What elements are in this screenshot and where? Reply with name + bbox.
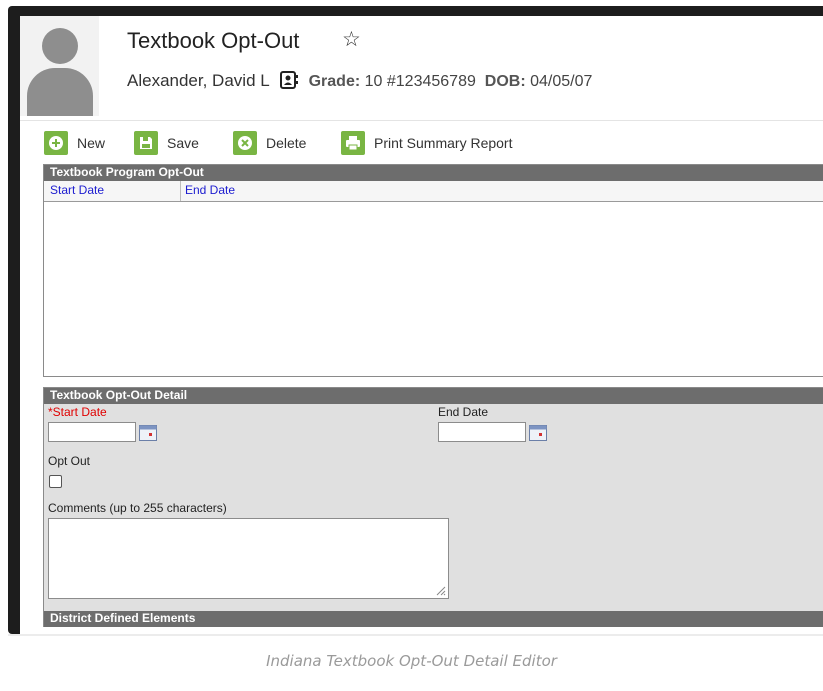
- student-name: Alexander, David L: [127, 71, 270, 90]
- print-button-label: Print Summary Report: [374, 135, 513, 151]
- delete-button[interactable]: Delete: [233, 129, 306, 157]
- column-divider: [180, 181, 181, 201]
- plus-icon: [44, 131, 68, 155]
- window-frame: Textbook Opt-Out ☆ Alexander, David L Gr…: [8, 6, 823, 634]
- star-icon[interactable]: ☆: [342, 29, 361, 50]
- end-date-calendar-icon[interactable]: [529, 425, 547, 441]
- comments-label: Comments (up to 255 characters): [48, 501, 227, 515]
- grade-label: Grade:: [308, 73, 361, 90]
- page-content: Textbook Opt-Out ☆ Alexander, David L Gr…: [20, 16, 823, 634]
- delete-x-icon: [233, 131, 257, 155]
- contact-card-icon[interactable]: [280, 71, 299, 89]
- grade-value: 10 #123456789: [364, 73, 476, 90]
- opt-out-label: Opt Out: [48, 454, 91, 468]
- opt-out-detail-panel: Textbook Opt-Out Detail *Start Date End …: [43, 387, 823, 627]
- column-end-date[interactable]: End Date: [185, 183, 235, 197]
- floppy-disk-icon: [134, 131, 158, 155]
- grid-header-row: Start Date End Date: [44, 181, 823, 202]
- opt-out-list-grid: Textbook Program Opt-Out Start Date End …: [43, 164, 823, 377]
- save-button[interactable]: Save: [134, 129, 199, 157]
- comments-textarea[interactable]: [48, 518, 449, 599]
- column-start-date[interactable]: Start Date: [50, 183, 104, 197]
- dob-label: DOB:: [484, 73, 526, 90]
- grid-panel-title: Textbook Program Opt-Out: [44, 165, 823, 181]
- district-defined-elements-header: District Defined Elements: [44, 611, 823, 627]
- dob-value: 04/05/07: [530, 73, 593, 90]
- print-summary-report-button[interactable]: Print Summary Report: [341, 129, 512, 157]
- resize-handle-icon[interactable]: [436, 586, 446, 596]
- new-button[interactable]: New: [44, 129, 105, 157]
- end-date-input[interactable]: [438, 422, 526, 442]
- delete-button-label: Delete: [266, 135, 307, 151]
- student-photo-placeholder: [20, 16, 99, 116]
- start-date-calendar-icon[interactable]: [139, 425, 157, 441]
- avatar-body: [27, 68, 93, 116]
- end-date-label: End Date: [438, 405, 489, 419]
- detail-panel-title: Textbook Opt-Out Detail: [44, 388, 823, 404]
- printer-icon: [341, 131, 365, 155]
- page-title: Textbook Opt-Out: [127, 28, 300, 53]
- start-date-input[interactable]: [48, 422, 136, 442]
- new-button-label: New: [77, 135, 106, 151]
- save-button-label: Save: [167, 135, 199, 151]
- header-divider: [20, 120, 823, 121]
- opt-out-checkbox[interactable]: [49, 475, 62, 488]
- start-date-label: *Start Date: [48, 405, 107, 419]
- avatar-head: [42, 28, 78, 64]
- caption-divider: [8, 634, 823, 636]
- student-info-line: Alexander, David L Grade: 10 #123456789 …: [127, 71, 592, 91]
- image-caption: Indiana Textbook Opt-Out Detail Editor: [266, 652, 557, 670]
